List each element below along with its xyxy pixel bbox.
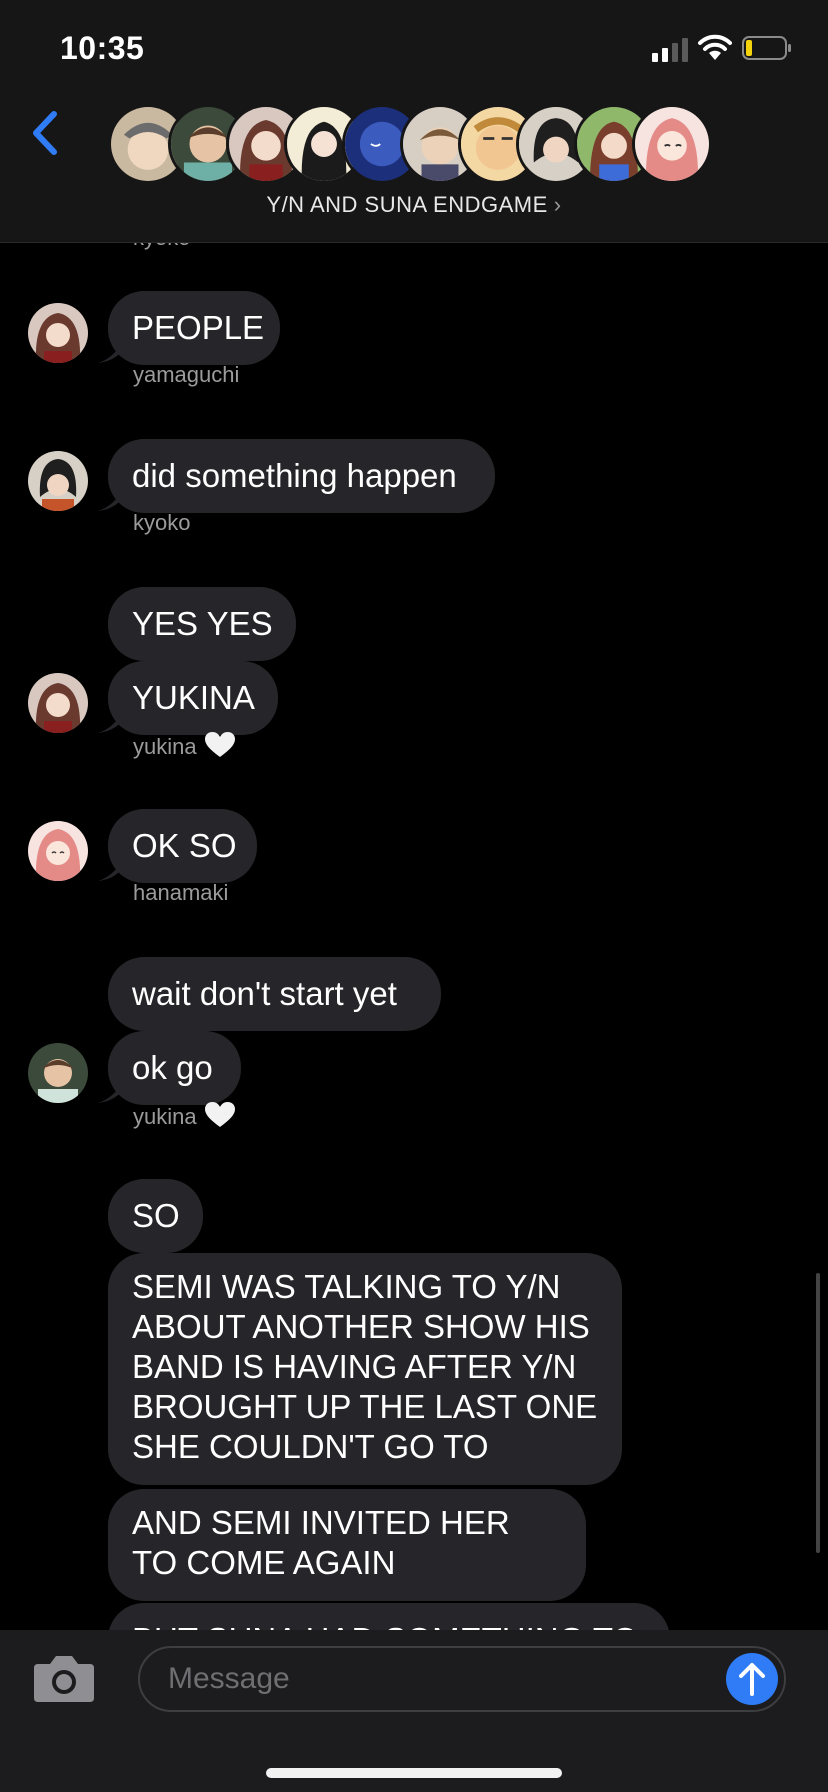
message-bubble[interactable]: ok go	[108, 1031, 241, 1105]
sender-avatar	[28, 821, 88, 881]
sender-avatar	[28, 673, 88, 733]
chevron-right-icon: ›	[553, 192, 562, 217]
group-name[interactable]: Y/N AND SUNA ENDGAME ›	[0, 192, 828, 218]
message-bubble[interactable]: AND SEMI INVITED HER TO COME AGAIN	[108, 1489, 586, 1601]
message-list[interactable]: kyoko PEOPLE yamaguchi did something hap…	[0, 243, 828, 1630]
participant-avatar	[632, 104, 712, 184]
wifi-icon	[698, 34, 732, 60]
arrow-up-icon	[739, 1663, 765, 1696]
home-indicator[interactable]	[266, 1768, 562, 1778]
message-bubble[interactable]: SEMI WAS TALKING TO Y/N ABOUT ANOTHER SH…	[108, 1253, 622, 1485]
message-placeholder: Message	[168, 1662, 290, 1695]
status-time: 10:35	[60, 30, 145, 66]
sender-name-label: yukina	[133, 1104, 197, 1129]
sender-avatar	[28, 1043, 88, 1103]
back-chevron-icon[interactable]	[28, 108, 62, 158]
sender-name: yukina	[133, 1102, 235, 1130]
message-bubble[interactable]: SO	[108, 1179, 203, 1253]
group-participant-avatars[interactable]	[108, 104, 728, 184]
sender-avatar	[28, 451, 88, 511]
sender-name: kyoko	[133, 510, 191, 535]
message-field[interactable]: Message	[138, 1646, 786, 1712]
send-button[interactable]	[726, 1653, 778, 1705]
message-bubble[interactable]: PEOPLE	[108, 291, 280, 365]
sender-name-label: yukina	[133, 734, 197, 759]
cellular-signal-icon	[652, 38, 688, 62]
battery-icon	[742, 36, 791, 60]
sender-name: hanamaki	[133, 880, 229, 905]
sender-name: yamaguchi	[133, 362, 240, 387]
scrollbar[interactable]	[816, 1273, 820, 1553]
message-bubble[interactable]: YES YES	[108, 587, 296, 661]
message-bubble[interactable]: did something happen	[108, 439, 495, 513]
sender-avatar	[28, 303, 88, 363]
white-heart-icon	[204, 732, 235, 757]
message-input-bar: Message	[0, 1630, 828, 1792]
camera-icon[interactable]	[32, 1652, 96, 1704]
white-heart-icon	[204, 1102, 235, 1127]
sender-name: yukina	[133, 732, 235, 760]
conversation-header: 10:35 Y/N AND SUNA ENDGAME ›	[0, 0, 828, 243]
message-bubble[interactable]: OK SO	[108, 809, 257, 883]
group-name-label: Y/N AND SUNA ENDGAME	[266, 192, 548, 217]
sender-name: kyoko	[133, 243, 190, 251]
message-bubble[interactable]: YUKINA	[108, 661, 278, 735]
message-bubble[interactable]: wait don't start yet	[108, 957, 441, 1031]
message-bubble[interactable]: BUT SUNA HAD SOMETHING TO	[108, 1603, 670, 1630]
